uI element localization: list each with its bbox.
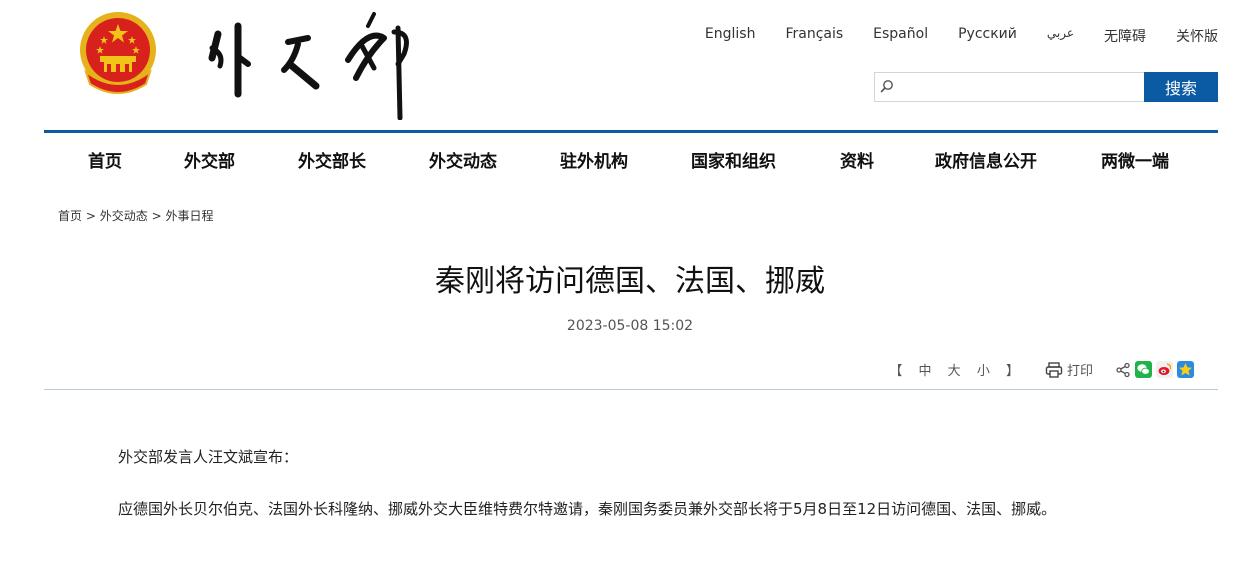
article-paragraph: 应德国外长贝尔伯克、法国外长科隆纳、挪威外交大臣维特费尔特邀请，秦刚国务委员兼外… bbox=[118, 500, 1057, 518]
print-button[interactable]: 打印 bbox=[1045, 360, 1093, 379]
breadcrumb: 首页 > 外交动态 > 外事日程 bbox=[58, 207, 213, 224]
weibo-icon[interactable] bbox=[1156, 361, 1173, 378]
font-size-small[interactable]: 小 bbox=[977, 364, 990, 379]
breadcrumb-schedule[interactable]: 外事日程 bbox=[165, 209, 213, 223]
breadcrumb-news[interactable]: 外交动态 bbox=[100, 209, 148, 223]
font-size-medium[interactable]: 中 bbox=[919, 364, 932, 379]
search-box: 搜索 bbox=[874, 72, 1218, 102]
article-tools: 【 中 大 小 】 打印 bbox=[883, 360, 1194, 379]
lang-french-link[interactable]: Français bbox=[785, 26, 843, 46]
article-title: 秦刚将访问德国、法国、挪威 bbox=[435, 264, 825, 299]
ministry-calligraphy-logo bbox=[208, 12, 409, 120]
article-paragraph: 外交部发言人汪文斌宣布： bbox=[118, 448, 299, 466]
breadcrumb-separator: > bbox=[85, 209, 100, 223]
font-size-selector: 【 中 大 小 】 bbox=[883, 360, 1025, 379]
nav-item-news[interactable]: 外交动态 bbox=[429, 147, 497, 172]
nav-item-minister[interactable]: 外交部长 bbox=[298, 147, 366, 172]
lang-spanish-link[interactable]: Español bbox=[873, 26, 928, 46]
share-icon[interactable] bbox=[1115, 362, 1131, 378]
printer-icon bbox=[1045, 361, 1063, 378]
language-bar: English Français Español Русский عربي 无障… bbox=[675, 26, 1218, 46]
search-input[interactable] bbox=[874, 72, 1144, 102]
nav-item-resources[interactable]: 资料 bbox=[840, 147, 874, 172]
national-emblem-logo bbox=[80, 12, 156, 94]
print-label: 打印 bbox=[1066, 364, 1093, 379]
nav-item-ministry[interactable]: 外交部 bbox=[184, 147, 235, 172]
search-button[interactable]: 搜索 bbox=[1144, 72, 1218, 102]
lang-english-link[interactable]: English bbox=[705, 26, 756, 46]
bracket-close: 】 bbox=[1005, 364, 1019, 379]
nav-item-missions[interactable]: 驻外机构 bbox=[560, 147, 628, 172]
main-nav: 首页 外交部 外交部长 外交动态 驻外机构 国家和组织 资料 政府信息公开 两微… bbox=[44, 133, 1218, 185]
article-date: 2023-05-08 15:02 bbox=[566, 318, 694, 334]
font-size-large[interactable]: 大 bbox=[948, 364, 961, 379]
breadcrumb-separator: > bbox=[151, 209, 166, 223]
lang-arabic-link[interactable]: عربي bbox=[1047, 26, 1074, 46]
qzone-icon[interactable] bbox=[1177, 361, 1194, 378]
search-icon bbox=[880, 80, 893, 93]
nav-item-home[interactable]: 首页 bbox=[88, 147, 122, 172]
nav-item-countries[interactable]: 国家和组织 bbox=[691, 147, 776, 172]
care-version-link[interactable]: 关怀版 bbox=[1176, 26, 1218, 46]
lang-russian-link[interactable]: Русский bbox=[958, 26, 1017, 46]
nav-item-gov-info[interactable]: 政府信息公开 bbox=[935, 147, 1037, 172]
wechat-icon[interactable] bbox=[1135, 361, 1152, 378]
breadcrumb-home[interactable]: 首页 bbox=[58, 209, 82, 223]
bracket-open: 【 bbox=[889, 364, 903, 379]
nav-item-social[interactable]: 两微一端 bbox=[1101, 147, 1169, 172]
accessibility-link[interactable]: 无障碍 bbox=[1104, 26, 1146, 46]
share-bar bbox=[1115, 361, 1194, 378]
content-divider bbox=[44, 389, 1218, 390]
